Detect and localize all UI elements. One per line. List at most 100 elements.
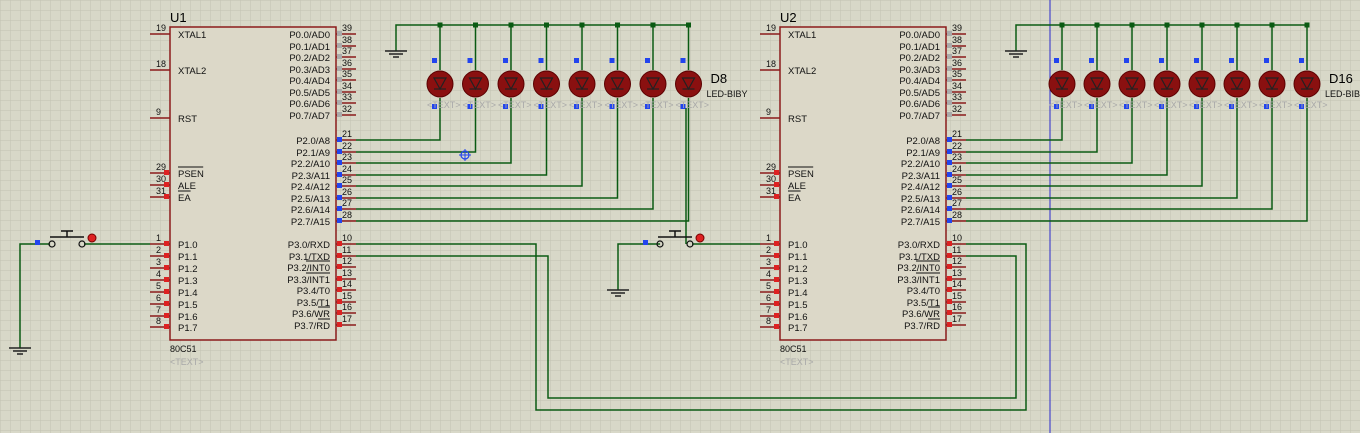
pin-name-label: PSEN — [178, 169, 204, 180]
pin-number: 5 — [156, 281, 161, 291]
pin-state-marker — [337, 112, 342, 117]
led-text-placeholder: <TEXT> — [1049, 100, 1083, 110]
led-body[interactable] — [1258, 70, 1286, 98]
pin-number: 3 — [766, 257, 771, 267]
pin-name-label: P2.0/A8 — [906, 136, 940, 147]
pin-number: 36 — [342, 58, 352, 68]
pin-state-marker — [164, 324, 169, 329]
led-body[interactable] — [1188, 70, 1216, 98]
pin-number: 24 — [342, 164, 352, 174]
led-body[interactable] — [426, 70, 454, 98]
led-ref-label: D16 — [1329, 71, 1353, 86]
pin-name-label: P0.0/AD0 — [289, 30, 330, 41]
pin-state-marker — [164, 253, 169, 258]
led-text-placeholder: <TEXT> — [1224, 100, 1258, 110]
pin-number: 24 — [952, 164, 962, 174]
pin-number: 13 — [952, 268, 962, 278]
led-body[interactable] — [1223, 70, 1251, 98]
pin-name-label: ALE — [178, 181, 196, 192]
pin-state-marker — [774, 241, 779, 246]
led-text-placeholder: <TEXT> — [1154, 100, 1188, 110]
pin-name-label: P1.2 — [788, 264, 808, 275]
pin-name-label: P1.0 — [178, 240, 198, 251]
pin-name-label: RST — [788, 114, 807, 125]
pin-number: 21 — [342, 129, 352, 139]
led-text-placeholder: <TEXT> — [605, 100, 639, 110]
pin-name-label: PSEN — [788, 169, 814, 180]
led-body[interactable] — [533, 70, 560, 98]
pin-number: 39 — [952, 23, 962, 33]
led-part-label: LED-BIBY — [1325, 89, 1360, 99]
led-body[interactable] — [639, 70, 667, 98]
pin-number: 8 — [156, 316, 161, 326]
pin-name-label: P1.1 — [178, 252, 198, 263]
led-text-placeholder: <TEXT> — [1294, 100, 1328, 110]
led-body[interactable] — [1083, 70, 1111, 98]
pin-name-label: P1.4 — [178, 288, 198, 299]
pin-name-label: P1.7 — [178, 323, 198, 334]
pin-state-marker — [432, 58, 437, 63]
pin-name-label: P3.6/WR — [902, 309, 940, 320]
pin-state-marker — [645, 58, 650, 63]
pin-number: 17 — [952, 314, 962, 324]
pin-name-label: P1.2 — [178, 264, 198, 275]
pin-name-label: P0.4/AD4 — [899, 76, 940, 87]
pin-name-label: ALE — [788, 181, 806, 192]
pin-number: 2 — [156, 245, 161, 255]
pin-number: 18 — [156, 59, 166, 69]
pin-name-label: P0.5/AD5 — [289, 88, 330, 99]
pin-name-label: P3.7/RD — [294, 321, 330, 332]
led-body[interactable] — [675, 70, 702, 98]
pin-state-marker — [503, 58, 508, 63]
pin-number: 38 — [342, 35, 352, 45]
pin-name-label: P0.3/AD3 — [289, 65, 330, 76]
pin-name-label: P1.5 — [788, 300, 808, 311]
pin-state-marker — [774, 301, 779, 306]
led-body[interactable] — [462, 70, 489, 98]
pin-number: 33 — [952, 92, 962, 102]
pin-name-label: XTAL1 — [178, 30, 206, 41]
pin-state-marker — [467, 58, 473, 63]
pin-name-label: P1.5 — [178, 300, 198, 311]
chip-u1[interactable]: U180C51<TEXT>19XTAL118XTAL29RST29PSEN30A… — [150, 10, 356, 367]
led-body[interactable] — [1293, 70, 1321, 98]
led-body[interactable] — [568, 70, 596, 98]
pin-state-marker — [947, 112, 952, 117]
pin-state-marker — [164, 313, 169, 318]
chip-u2[interactable]: U280C51<TEXT>19XTAL118XTAL29RST29PSEN30A… — [760, 10, 966, 367]
pin-state-marker — [774, 253, 779, 258]
pin-number: 10 — [342, 233, 352, 243]
pin-name-label: P0.3/AD3 — [899, 65, 940, 76]
pin-state-marker — [1229, 58, 1234, 63]
led-body[interactable] — [497, 70, 525, 98]
pin-number: 19 — [156, 23, 166, 33]
pin-state-marker — [947, 322, 952, 327]
led-body[interactable] — [1118, 70, 1146, 98]
led-body[interactable] — [1153, 70, 1181, 98]
pin-state-marker — [774, 313, 779, 318]
pin-number: 1 — [766, 233, 771, 243]
pin-state-marker — [164, 277, 169, 282]
led-body[interactable] — [1048, 70, 1076, 98]
pin-name-label: P3.0/RXD — [288, 240, 330, 251]
pin-name-label: EA — [178, 193, 191, 204]
pin-name-label: P2.0/A8 — [296, 136, 330, 147]
pin-number: 14 — [342, 279, 352, 289]
pin-number: 10 — [952, 233, 962, 243]
pin-name-label: XTAL2 — [788, 66, 816, 77]
pin-state-marker — [164, 194, 169, 199]
pin-name-label: P2.1/A9 — [906, 148, 940, 159]
pin-state-marker — [574, 58, 579, 63]
schematic-canvas[interactable]: U180C51<TEXT>19XTAL118XTAL29RST29PSEN30A… — [0, 0, 1360, 433]
pin-number: 12 — [952, 256, 962, 266]
pin-state-marker — [1089, 58, 1094, 63]
led-body[interactable] — [604, 70, 631, 98]
pin-name-label: P0.5/AD5 — [899, 88, 940, 99]
led-text-placeholder: <TEXT> — [569, 100, 603, 110]
pin-name-label: P2.5/A13 — [291, 194, 330, 205]
pin-name-label: P2.2/A10 — [291, 159, 330, 170]
pin-name-label: RST — [178, 114, 197, 125]
pin-number: 11 — [342, 245, 351, 255]
pin-state-marker — [164, 289, 169, 294]
pin-number: 38 — [952, 35, 962, 45]
